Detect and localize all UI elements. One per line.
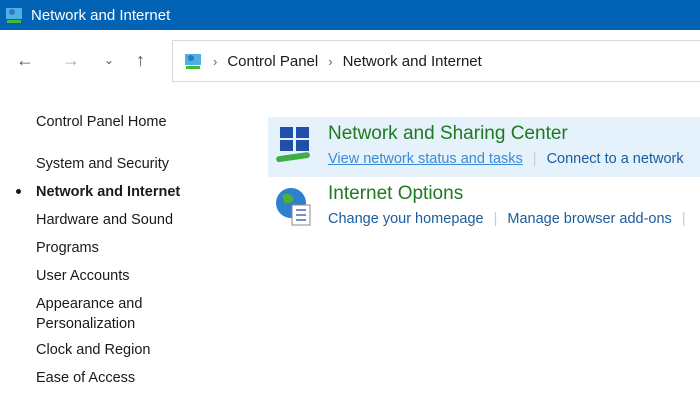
sidebar-item-user-accounts[interactable]: User Accounts bbox=[36, 268, 130, 284]
sidebar-item-appearance[interactable]: Appearance and bbox=[36, 296, 142, 312]
control-panel-icon bbox=[6, 8, 22, 23]
chevron-right-icon: › bbox=[328, 53, 333, 69]
sidebar-item-ease-of-access[interactable]: Ease of Access bbox=[36, 370, 135, 386]
up-button[interactable]: ↑ bbox=[136, 50, 145, 71]
recent-locations-chevron-icon[interactable]: ⌄ bbox=[104, 53, 114, 67]
view-network-status-link[interactable]: View network status and tasks bbox=[328, 151, 523, 167]
address-bar[interactable]: › Control Panel › Network and Internet bbox=[172, 40, 700, 82]
sidebar-item-personalization[interactable]: Personalization bbox=[36, 316, 135, 332]
breadcrumb-control-panel[interactable]: Control Panel bbox=[227, 53, 318, 70]
sidebar-item-control-panel-home[interactable]: Control Panel Home bbox=[36, 114, 167, 130]
sidebar-item-network-and-internet[interactable]: Network and Internet bbox=[36, 184, 180, 200]
network-and-sharing-center-link[interactable]: Network and Sharing Center bbox=[328, 123, 568, 145]
back-button[interactable]: ← bbox=[16, 50, 34, 71]
category-network-and-sharing-center: Network and Sharing Center View network … bbox=[268, 117, 700, 177]
internet-options-link[interactable]: Internet Options bbox=[328, 183, 463, 205]
active-bullet-icon bbox=[16, 189, 21, 194]
breadcrumb-network-and-internet[interactable]: Network and Internet bbox=[343, 53, 482, 70]
manage-browser-addons-link[interactable]: Manage browser add-ons bbox=[507, 211, 671, 227]
connect-to-network-link[interactable]: Connect to a network bbox=[547, 151, 684, 167]
network-sharing-icon bbox=[276, 127, 310, 163]
category-internet-options: Internet Options Change your homepage | Ma… bbox=[268, 177, 700, 237]
chevron-right-icon: › bbox=[213, 53, 218, 69]
forward-button[interactable]: → bbox=[62, 50, 80, 71]
sidebar-item-system-and-security[interactable]: System and Security bbox=[36, 156, 169, 172]
link-separator: | bbox=[532, 151, 537, 167]
title-bar: Network and Internet bbox=[0, 0, 700, 30]
control-panel-icon bbox=[185, 54, 201, 69]
internet-options-globe-icon bbox=[276, 188, 311, 226]
link-separator: | bbox=[493, 211, 498, 227]
sidebar-item-programs[interactable]: Programs bbox=[36, 240, 99, 256]
link-separator: | bbox=[681, 211, 686, 227]
change-homepage-link[interactable]: Change your homepage bbox=[328, 211, 484, 227]
sidebar-item-hardware-and-sound[interactable]: Hardware and Sound bbox=[36, 212, 173, 228]
sidebar-item-clock-and-region[interactable]: Clock and Region bbox=[36, 342, 150, 358]
window-title: Network and Internet bbox=[31, 6, 171, 24]
